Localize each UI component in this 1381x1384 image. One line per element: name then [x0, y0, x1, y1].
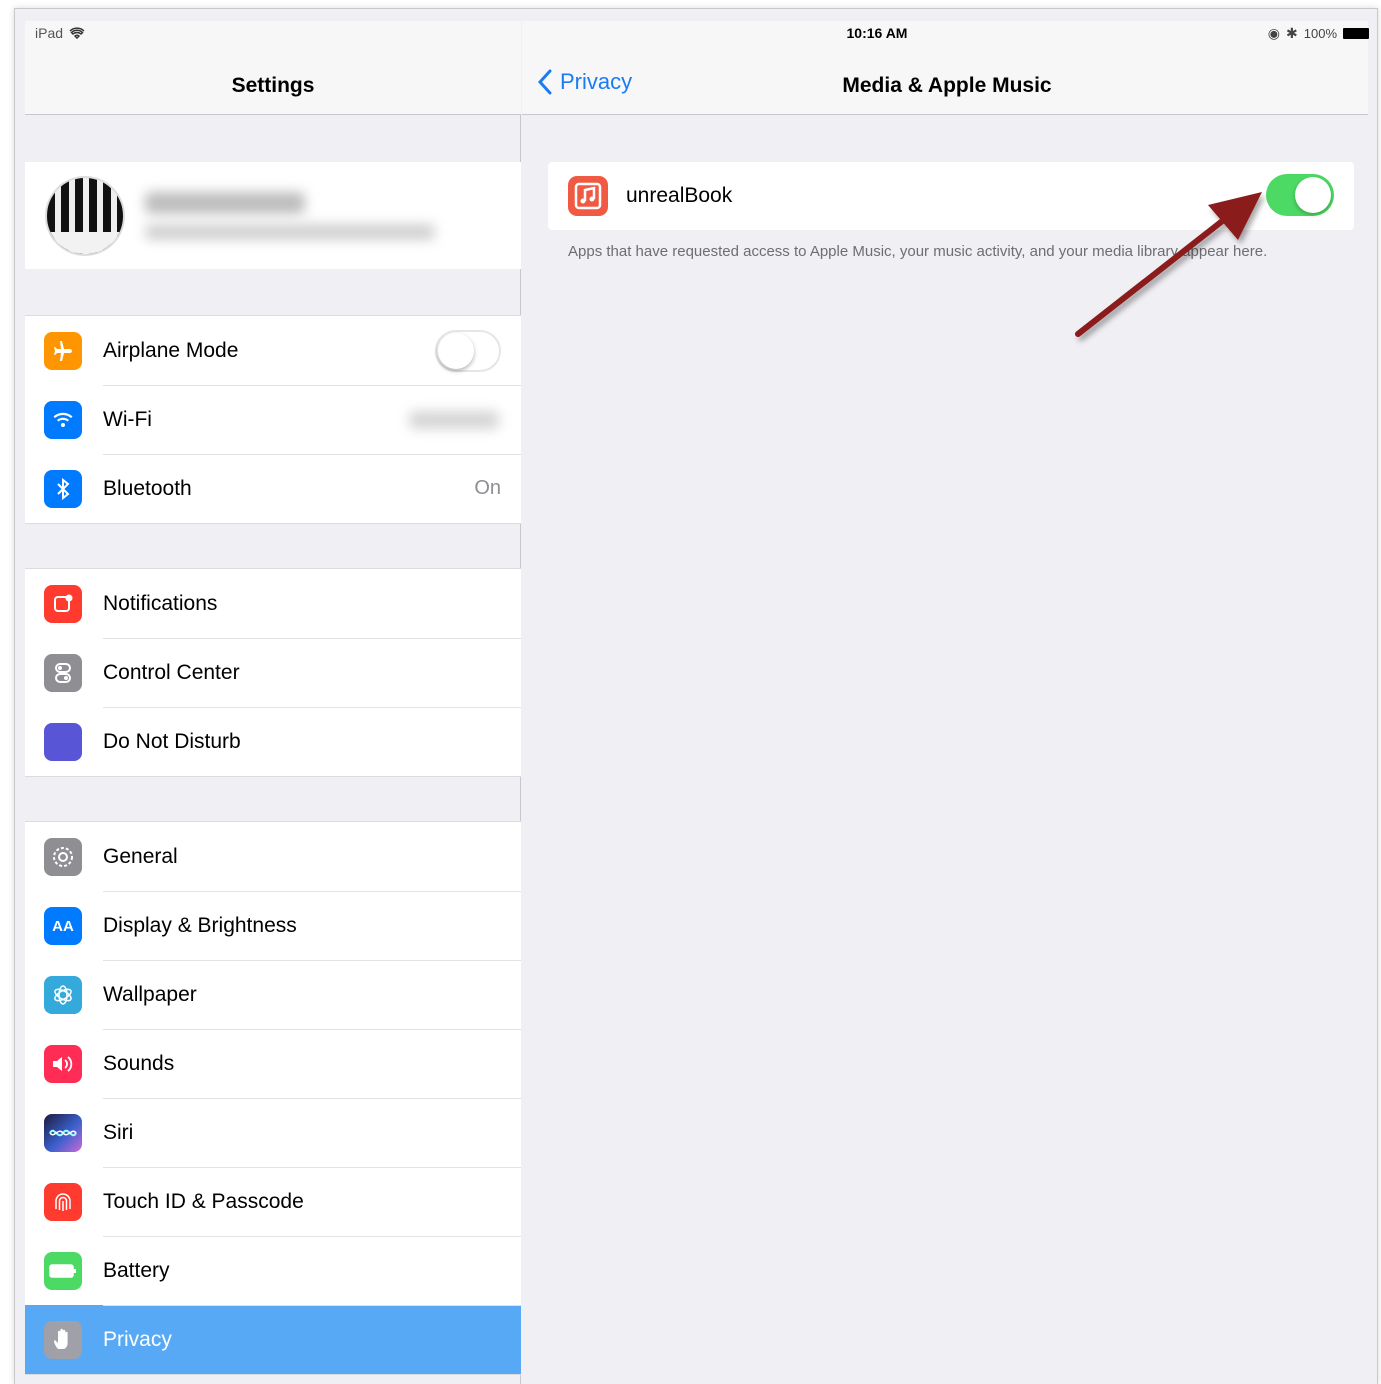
connectivity-group: Airplane Mode Wi-Fi Bluetooth On	[25, 315, 521, 524]
sidebar-item-label: Privacy	[103, 1327, 172, 1351]
bluetooth-status: On	[474, 477, 501, 499]
sidebar-item-label: Do Not Disturb	[103, 729, 241, 753]
bluetooth-icon	[44, 470, 82, 508]
control-center-icon	[44, 654, 82, 692]
notifications-group: Notifications Control Center Do Not Dist…	[25, 568, 521, 777]
sidebar-title: Settings	[231, 74, 315, 97]
sidebar-item-label: Touch ID & Passcode	[103, 1189, 304, 1213]
sidebar-item-notifications[interactable]: Notifications	[25, 569, 521, 638]
blurred-name	[145, 192, 305, 214]
sidebar-item-bluetooth[interactable]: Bluetooth On	[25, 454, 521, 523]
airplane-mode-toggle[interactable]	[435, 329, 501, 372]
rotation-lock-icon: ◉	[1267, 25, 1281, 41]
bluetooth-status-icon: ✱	[1286, 25, 1298, 41]
display-icon: AA	[44, 907, 82, 945]
sidebar-item-siri[interactable]: Siri	[25, 1098, 521, 1167]
blurred-subtitle	[145, 224, 435, 240]
sidebar-item-sounds[interactable]: Sounds	[25, 1029, 521, 1098]
wallpaper-icon	[44, 976, 82, 1014]
sidebar-item-display-brightness[interactable]: AA Display & Brightness	[25, 891, 521, 960]
sidebar-item-general[interactable]: General	[25, 822, 521, 891]
moon-icon	[44, 723, 82, 761]
detail-pane: Privacy Media & Apple Music unrealBook A…	[522, 21, 1368, 1384]
fingerprint-icon	[44, 1183, 82, 1221]
sidebar-item-do-not-disturb[interactable]: Do Not Disturb	[25, 707, 521, 776]
battery-icon	[44, 1252, 82, 1290]
sidebar-item-touch-id-passcode[interactable]: Touch ID & Passcode	[25, 1167, 521, 1236]
general-group: General AA Display & Brightness Wallpape…	[25, 821, 521, 1375]
media-access-toggle[interactable]	[1266, 174, 1334, 216]
gear-icon	[44, 838, 82, 876]
avatar	[45, 176, 125, 256]
blurred-network-name	[409, 410, 499, 429]
clock: 10:16 AM	[846, 25, 908, 41]
status-indicators: ◉ ✱ 100%	[1268, 25, 1369, 42]
airplane-icon	[44, 332, 82, 370]
sidebar-item-label: Notifications	[103, 591, 218, 615]
siri-icon	[44, 1114, 82, 1152]
sidebar-item-privacy[interactable]: Privacy	[25, 1305, 521, 1374]
sidebar-item-label: Siri	[103, 1120, 134, 1144]
sounds-icon	[44, 1045, 82, 1083]
sidebar-item-label: Bluetooth	[103, 476, 192, 500]
apple-id-profile[interactable]	[25, 162, 521, 269]
wifi-icon	[44, 401, 82, 439]
sidebar-item-label: Battery	[103, 1258, 170, 1282]
battery-level-icon	[1343, 28, 1369, 39]
sidebar-item-label: Airplane Mode	[103, 338, 239, 362]
music-note-icon	[568, 176, 608, 216]
footer-note: Apps that have requested access to Apple…	[568, 243, 1268, 260]
notifications-icon	[44, 585, 82, 623]
sidebar-item-label: Wallpaper	[103, 982, 197, 1006]
sidebar-item-label: General	[103, 844, 178, 868]
app-name: unrealBook	[626, 184, 733, 207]
battery-percent: 100%	[1303, 26, 1337, 41]
sidebar-item-control-center[interactable]: Control Center	[25, 638, 521, 707]
sidebar-item-label: Display & Brightness	[103, 913, 297, 937]
app-list-item: unrealBook	[548, 162, 1354, 230]
sidebar-item-battery[interactable]: Battery	[25, 1236, 521, 1305]
sidebar-item-wallpaper[interactable]: Wallpaper	[25, 960, 521, 1029]
page-title: Media & Apple Music	[842, 74, 1052, 97]
sidebar-item-label: Sounds	[103, 1051, 175, 1075]
ipad-screen: Settings Airplane Mode Wi-Fi Bluetooth O…	[14, 8, 1378, 1384]
status-bar: iPad 10:16 AM ◉ ✱ 100%	[25, 21, 1369, 49]
hand-icon	[44, 1321, 82, 1359]
settings-sidebar: Settings Airplane Mode Wi-Fi Bluetooth O…	[25, 21, 521, 1384]
sidebar-item-airplane-mode[interactable]: Airplane Mode	[25, 316, 521, 385]
sidebar-item-label: Wi-Fi	[103, 407, 152, 431]
sidebar-item-wifi[interactable]: Wi-Fi	[25, 385, 521, 454]
sidebar-item-label: Control Center	[103, 660, 240, 684]
